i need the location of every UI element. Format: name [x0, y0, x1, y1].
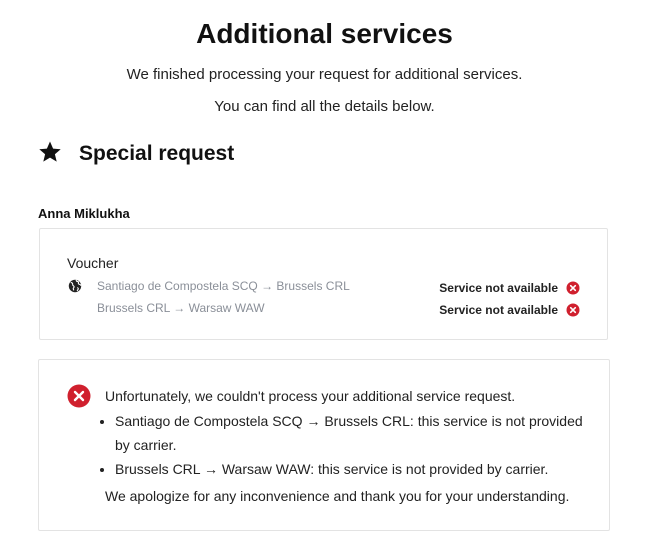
error-intro: Unfortunately, we couldn't process your …	[105, 388, 516, 404]
section-title: Special request	[79, 142, 235, 165]
route-segment-2: Brussels CRL → Warsaw WAW	[97, 301, 265, 315]
passenger-name: Anna Miklukha	[38, 206, 130, 221]
status-text: Service not available	[439, 303, 558, 317]
list-item: Santiago de Compostela SCQ → Brussels CR…	[115, 409, 585, 457]
error-notice: Unfortunately, we couldn't process your …	[38, 359, 610, 531]
page-subtitle-details: You can find all the details below.	[214, 98, 435, 115]
page-subtitle: We finished processing your request for …	[126, 66, 523, 83]
status-badge: Service not available	[439, 303, 580, 317]
status-text: Service not available	[439, 281, 558, 295]
star-icon	[38, 140, 62, 164]
route-segment-1: Santiago de Compostela SCQ → Brussels CR…	[97, 279, 350, 293]
status-badge: Service not available	[439, 281, 580, 295]
page-title: Additional services	[196, 18, 453, 49]
error-circle-icon	[566, 281, 580, 295]
error-outro: We apologize for any inconvenience and t…	[105, 488, 570, 504]
section-header: Special request	[38, 138, 234, 166]
error-circle-icon	[67, 384, 91, 408]
error-circle-icon	[566, 303, 580, 317]
service-name: Voucher	[67, 255, 119, 271]
error-list: Santiago de Compostela SCQ → Brussels CR…	[97, 409, 585, 481]
service-card: Voucher Santiago de Compostela SCQ → Bru…	[39, 228, 608, 340]
list-item: Brussels CRL → Warsaw WAW: this service …	[115, 457, 585, 481]
globe-icon	[68, 279, 82, 293]
